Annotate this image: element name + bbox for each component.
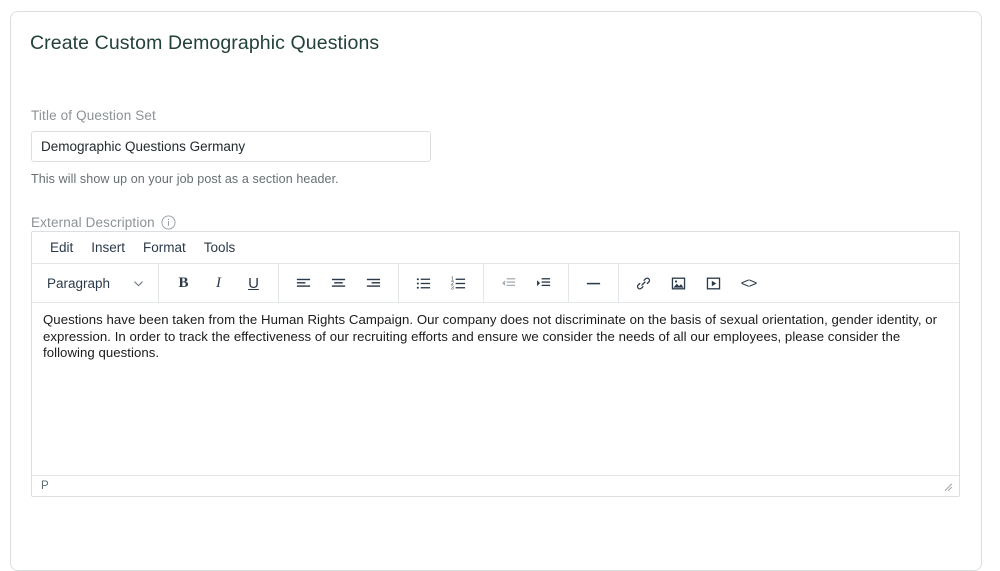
toolbar-group-indent xyxy=(484,264,569,302)
bold-icon: B xyxy=(178,274,189,291)
align-left-button[interactable] xyxy=(289,270,318,297)
menu-item-insert[interactable]: Insert xyxy=(82,237,134,258)
external-description-label-text: External Description xyxy=(31,215,155,230)
editor-menubar: Edit Insert Format Tools xyxy=(32,232,959,264)
italic-button[interactable]: I xyxy=(204,270,233,297)
element-path[interactable]: P xyxy=(41,480,49,492)
toolbar-group-insert: <> xyxy=(619,264,773,302)
align-right-button[interactable] xyxy=(359,270,388,297)
menu-item-tools[interactable]: Tools xyxy=(195,237,245,258)
svg-text:3: 3 xyxy=(451,285,454,291)
outdent-icon xyxy=(500,275,517,292)
toolbar-group-rule xyxy=(569,264,619,302)
horizontal-rule-button[interactable] xyxy=(579,270,608,297)
toolbar-group-textstyle: B I U xyxy=(159,264,279,302)
image-icon xyxy=(670,275,687,292)
toolbar-group-alignment xyxy=(279,264,399,302)
italic-icon: I xyxy=(216,274,221,291)
menu-item-edit[interactable]: Edit xyxy=(41,237,82,258)
align-left-icon xyxy=(295,275,312,292)
editor-toolbar: Paragraph B I U 1 2 3 <> xyxy=(32,264,959,303)
underline-icon: U xyxy=(248,274,259,292)
page-title: Create Custom Demographic Questions xyxy=(30,32,380,54)
link-icon xyxy=(635,275,652,292)
bullet-list-icon xyxy=(415,275,432,292)
title-of-question-set-label: Title of Question Set xyxy=(31,108,156,123)
outdent-button[interactable] xyxy=(494,270,523,297)
insert-link-button[interactable] xyxy=(629,270,658,297)
block-format-select[interactable]: Paragraph xyxy=(39,272,151,295)
title-help-text: This will show up on your job post as a … xyxy=(31,172,339,186)
align-center-icon xyxy=(330,275,347,292)
numbered-list-icon: 123 xyxy=(450,275,467,292)
toolbar-group-blockstyle: Paragraph xyxy=(32,264,159,302)
menu-item-format[interactable]: Format xyxy=(134,237,195,258)
external-description-label: External Description xyxy=(31,215,176,230)
indent-icon xyxy=(535,275,552,292)
numbered-list-button[interactable]: 123 xyxy=(444,270,473,297)
info-icon[interactable] xyxy=(161,215,176,230)
source-code-icon: <> xyxy=(740,274,758,292)
video-icon xyxy=(705,275,722,292)
page-card: Create Custom Demographic Questions Titl… xyxy=(10,11,982,571)
editor-content-area[interactable]: Questions have been taken from the Human… xyxy=(32,303,959,475)
underline-button[interactable]: U xyxy=(239,270,268,297)
bullet-list-button[interactable] xyxy=(409,270,438,297)
resize-grip-icon[interactable] xyxy=(941,480,953,492)
toolbar-group-lists: 123 xyxy=(399,264,484,302)
indent-button[interactable] xyxy=(529,270,558,297)
title-of-question-set-input[interactable] xyxy=(31,131,431,162)
editor-paragraph: Questions have been taken from the Human… xyxy=(43,312,938,360)
insert-image-button[interactable] xyxy=(664,270,693,297)
rich-text-editor: Edit Insert Format Tools Paragraph B I U xyxy=(31,231,960,497)
horizontal-rule-icon xyxy=(585,275,602,292)
align-center-button[interactable] xyxy=(324,270,353,297)
source-code-button[interactable]: <> xyxy=(734,270,763,297)
chevron-down-icon xyxy=(132,277,145,290)
insert-video-button[interactable] xyxy=(699,270,728,297)
align-right-icon xyxy=(365,275,382,292)
block-format-value: Paragraph xyxy=(47,275,111,291)
editor-statusbar: P xyxy=(32,475,959,496)
bold-button[interactable]: B xyxy=(169,270,198,297)
